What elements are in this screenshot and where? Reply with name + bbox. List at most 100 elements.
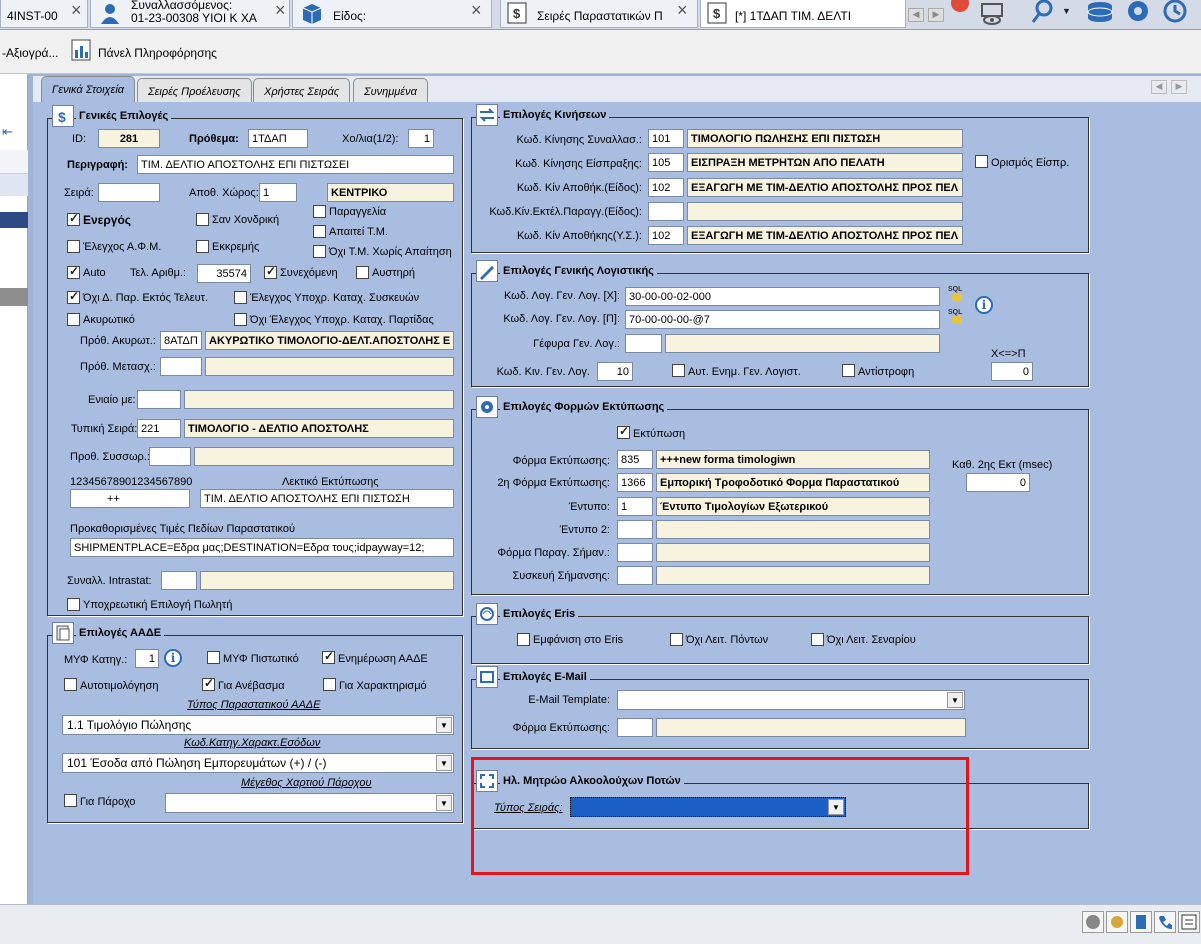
gear-icon[interactable]: [1124, 0, 1152, 26]
toolbar-item-valuables[interactable]: -Αξιογρά...: [2, 46, 58, 60]
no-points-checkbox[interactable]: [670, 633, 683, 646]
income-select[interactable]: 101 Έσοδα από Πώληση Εμπορευμάτων (+) / …: [62, 753, 454, 773]
tab-document-1[interactable]: 4INST-00 ×: [0, 0, 88, 28]
phone-icon[interactable]: [1154, 911, 1176, 933]
strict-checkbox[interactable]: [356, 266, 369, 279]
pending-checkbox[interactable]: [196, 240, 209, 253]
xo-field[interactable]: 1: [408, 129, 434, 148]
toolbar-info-panel[interactable]: Πάνελ Πληροφόρησης: [98, 46, 217, 60]
typical-series-code-field[interactable]: 221: [137, 419, 181, 438]
myf-field[interactable]: 1: [135, 649, 159, 668]
crm-icon[interactable]: [1082, 911, 1104, 933]
tab-source-series[interactable]: Σειρές Προέλευσης: [137, 78, 252, 102]
check-devices-checkbox[interactable]: [234, 291, 247, 304]
upload-checkbox[interactable]: [202, 676, 215, 691]
no-scenario-checkbox[interactable]: [811, 633, 824, 646]
movement-code-field[interactable]: 101: [648, 129, 684, 148]
tab-current-series[interactable]: $ [*] 1ΤΔΑΠ ΤΙΜ. ΔΕΛΤΙ: [700, 0, 906, 28]
xp-field[interactable]: 0: [991, 362, 1033, 381]
printed-form2-code-field[interactable]: [617, 520, 653, 539]
scroll-left-icon[interactable]: ◀: [908, 8, 924, 22]
prefix-field[interactable]: 1ΤΔΑΠ: [248, 129, 308, 148]
show-eris-checkbox[interactable]: [517, 633, 530, 646]
reverse-checkbox[interactable]: [842, 364, 855, 377]
tab-general[interactable]: Γενικά Στοιχεία: [41, 76, 136, 102]
movement-code-field[interactable]: 102: [648, 178, 684, 197]
order-checkbox[interactable]: [313, 205, 326, 218]
info-icon[interactable]: i: [975, 296, 993, 314]
accum-prefix-field[interactable]: [149, 447, 191, 466]
close-icon[interactable]: ×: [471, 1, 482, 19]
close-icon[interactable]: ×: [71, 1, 82, 19]
bridge-code-field[interactable]: [625, 334, 662, 353]
void-prefix-field[interactable]: 8ΑΤΔΠ: [160, 331, 202, 350]
database-icon[interactable]: [1084, 0, 1116, 26]
aade-update-checkbox[interactable]: [322, 649, 335, 664]
email-template-select[interactable]: ▼: [617, 690, 965, 710]
eye-monitor-icon[interactable]: [978, 2, 1008, 26]
mark-form-code-field[interactable]: [617, 543, 653, 562]
gl-movement-field[interactable]: 10: [597, 362, 633, 381]
users-gear-icon[interactable]: [1106, 911, 1128, 933]
chevron-down-icon[interactable]: ▼: [947, 692, 963, 708]
description-field[interactable]: ΤΙΜ. ΔΕΛΤΙΟ ΑΠΟΣΤΟΛΗΣ ΕΠΙ ΠΙΣΤΩΣΕΙ: [137, 155, 454, 174]
tab-series[interactable]: $ Σειρές Παραστατικών Π ×: [500, 0, 698, 28]
print-checkbox[interactable]: [617, 424, 630, 439]
tab-customer[interactable]: Συναλλασσόμενος: 01-23-00308 ΥΙΟΙ Κ ΧΑ ×: [90, 0, 290, 28]
chevron-down-icon[interactable]: ▼: [436, 717, 452, 733]
continuous-checkbox[interactable]: [264, 264, 277, 279]
print-text-field[interactable]: ΤΙΜ. ΔΕΛΤΙΟ ΑΠΟΣΤΟΛΗΣ ΕΠΙ ΠΙΣΤΩΣΗ: [200, 489, 454, 508]
seller-required-checkbox[interactable]: [67, 598, 80, 611]
delay-field[interactable]: 0: [966, 473, 1030, 492]
wholesale-checkbox[interactable]: [196, 213, 209, 226]
chevron-down-icon[interactable]: ▼: [436, 755, 452, 771]
email-form-code-field[interactable]: [617, 718, 653, 737]
scroll-right-icon[interactable]: ▶: [928, 8, 944, 22]
chevron-down-icon[interactable]: ▼: [436, 795, 452, 811]
left-navigation-strip[interactable]: ⇤: [0, 74, 28, 904]
info-icon[interactable]: i: [164, 649, 182, 667]
collapse-arrow-icon[interactable]: ⇤: [2, 124, 24, 139]
intrastat-field[interactable]: [161, 571, 197, 590]
receipt-definition-checkbox[interactable]: [975, 155, 988, 168]
void-checkbox[interactable]: [67, 313, 80, 326]
movement-code-field[interactable]: 102: [648, 226, 684, 245]
provider-checkbox[interactable]: [64, 794, 77, 807]
no-dpar-checkbox[interactable]: [67, 289, 80, 304]
tab-series-users[interactable]: Χρήστες Σειράς: [253, 78, 351, 102]
printed-form-code-field[interactable]: 1: [617, 497, 653, 516]
no-check-batch-checkbox[interactable]: [234, 313, 247, 326]
movement-code-field[interactable]: [648, 202, 684, 221]
scroll-left-icon[interactable]: ◀: [1151, 80, 1167, 94]
tab-attachments[interactable]: Συνημμένα: [353, 78, 428, 102]
transfer-prefix-field[interactable]: [160, 357, 202, 376]
self-billing-checkbox[interactable]: [64, 678, 77, 691]
id-field[interactable]: 281: [98, 129, 160, 148]
last-number-field[interactable]: 35574: [197, 264, 251, 283]
warehouse-code-field[interactable]: 1: [259, 183, 297, 202]
no-tm-checkbox[interactable]: [313, 245, 326, 258]
plusplus-field[interactable]: ++: [70, 489, 190, 508]
account-p-field[interactable]: 70-00-00-00-@7: [625, 310, 940, 329]
close-icon[interactable]: ×: [275, 1, 286, 19]
active-checkbox[interactable]: [67, 211, 80, 226]
marking-device-code-field[interactable]: [617, 566, 653, 585]
classify-checkbox[interactable]: [323, 678, 336, 691]
sql-icon[interactable]: SQL: [948, 309, 966, 329]
account-x-field[interactable]: 30-00-00-02-000: [625, 287, 940, 306]
list-window-icon[interactable]: [1178, 911, 1200, 933]
unified-field[interactable]: [137, 390, 181, 409]
print-form-code-field[interactable]: 835: [617, 450, 653, 469]
history-icon[interactable]: [1160, 0, 1190, 26]
movement-code-field[interactable]: 105: [648, 153, 684, 172]
tab-item[interactable]: Είδος: ×: [292, 0, 492, 28]
info-panel-icon[interactable]: [70, 38, 94, 64]
close-icon[interactable]: ×: [677, 1, 688, 19]
server-icon[interactable]: [1130, 911, 1152, 933]
auto-update-checkbox[interactable]: [672, 364, 685, 377]
paper-size-select[interactable]: ▼: [165, 793, 454, 813]
predefined-values-field[interactable]: SHIPMENTPLACE=Εδρα μας;DESTINATION=Εδρα …: [70, 538, 454, 557]
doc-type-select[interactable]: 1.1 Τιμολόγιο Πώλησης ▼: [62, 715, 454, 735]
search-person-icon[interactable]: ▼: [1030, 0, 1072, 26]
afm-check-checkbox[interactable]: [67, 240, 80, 253]
